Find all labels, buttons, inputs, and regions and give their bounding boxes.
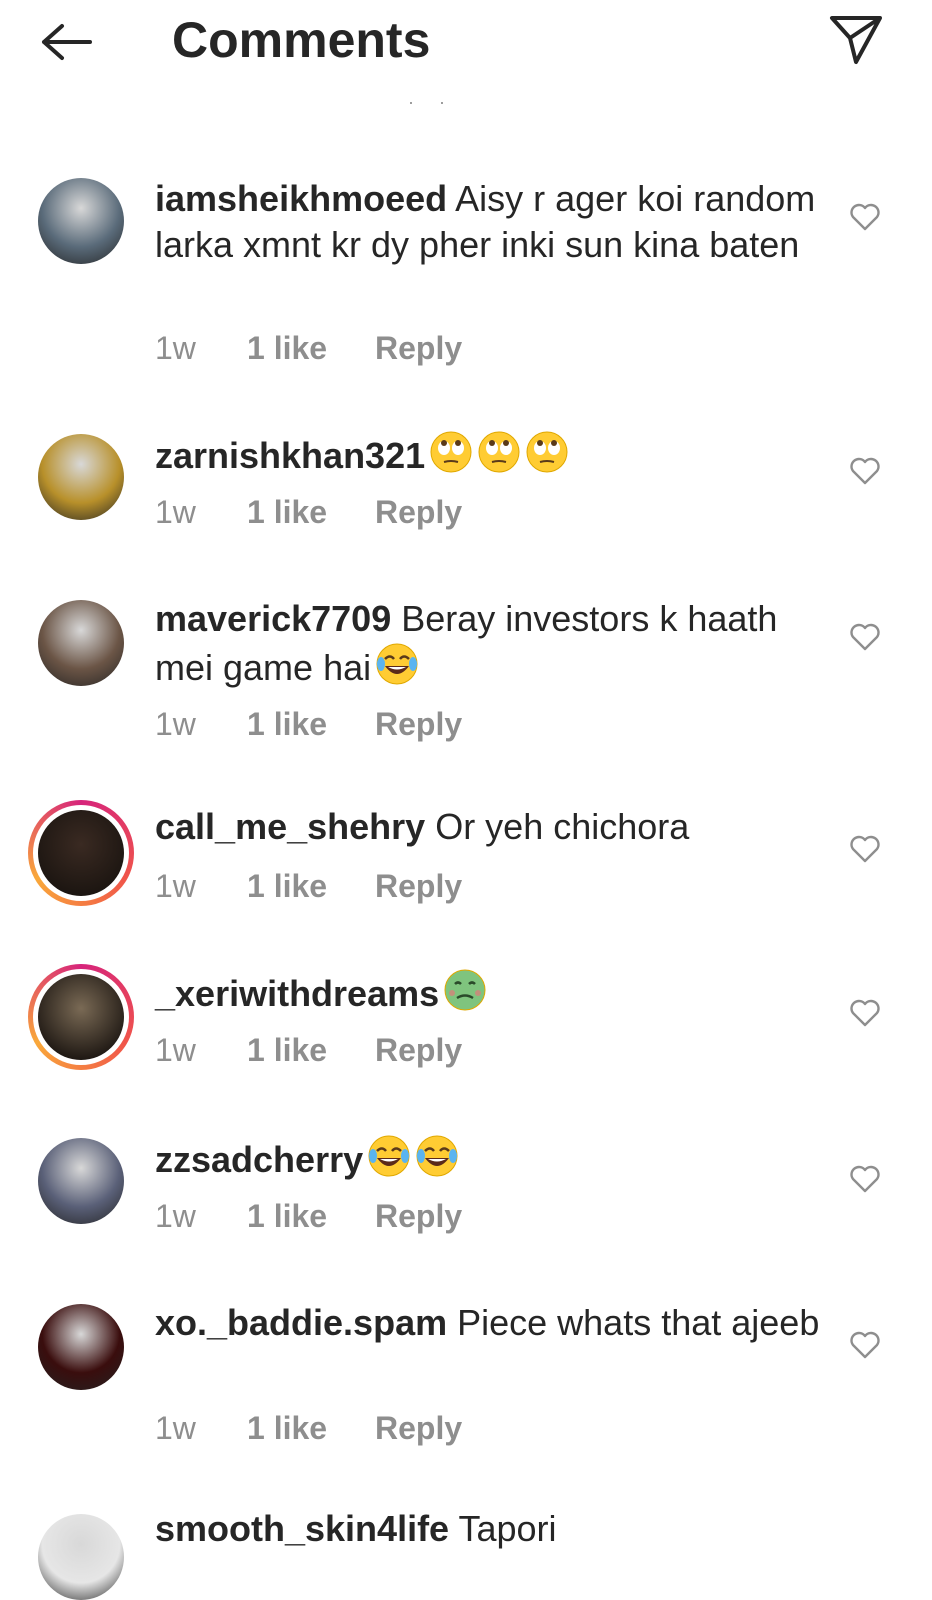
comment-body: Piece whats that ajeeb bbox=[447, 1302, 820, 1343]
likes-count-link[interactable]: 1 like bbox=[247, 866, 375, 906]
comment-meta: 1w 1 like Reply bbox=[155, 328, 462, 368]
like-comment-button[interactable] bbox=[848, 200, 882, 234]
comment-text: iamsheikhmoeed Aisy r ager koi random la… bbox=[155, 176, 825, 268]
comment-text: zzsadcherry bbox=[155, 1134, 825, 1183]
avatar[interactable] bbox=[38, 178, 124, 264]
username-link[interactable]: smooth_skin4life bbox=[155, 1508, 449, 1549]
header-bar: Comments bbox=[0, 0, 932, 98]
username-link[interactable]: call_me_shehry bbox=[155, 806, 425, 847]
username-link[interactable]: iamsheikhmoeed bbox=[155, 178, 447, 219]
like-comment-button[interactable] bbox=[848, 1162, 882, 1196]
comment-timestamp: 1w bbox=[155, 868, 196, 904]
reply-button[interactable]: Reply bbox=[375, 1408, 462, 1448]
likes-count-link[interactable]: 1 like bbox=[247, 328, 375, 368]
username-link[interactable]: zzsadcherry bbox=[155, 1139, 363, 1180]
arrow-left-icon bbox=[42, 24, 92, 60]
reply-button[interactable]: Reply bbox=[375, 1196, 462, 1236]
comment-timestamp: 1w bbox=[155, 1198, 196, 1234]
nauseated-face-emoji-icon bbox=[444, 969, 486, 1011]
comment-text: _xeriwithdreams bbox=[155, 968, 825, 1017]
reply-button[interactable]: Reply bbox=[375, 866, 462, 906]
comment-timestamp: 1w bbox=[155, 330, 196, 366]
share-button[interactable] bbox=[826, 10, 886, 70]
avatar[interactable] bbox=[38, 434, 124, 520]
comment-timestamp: 1w bbox=[155, 706, 196, 742]
heart-icon bbox=[850, 1165, 880, 1193]
avatar[interactable] bbox=[38, 1514, 124, 1600]
comment-text: maverick7709 Beray investors k haath mei… bbox=[155, 596, 825, 691]
heart-icon bbox=[850, 623, 880, 651]
avatar[interactable] bbox=[28, 800, 134, 906]
comment-meta: 1w 1 like Reply bbox=[155, 1408, 462, 1448]
username-link[interactable]: maverick7709 bbox=[155, 598, 391, 639]
comment-body: Tapori bbox=[449, 1508, 557, 1549]
like-comment-button[interactable] bbox=[848, 620, 882, 654]
reply-button[interactable]: Reply bbox=[375, 328, 462, 368]
heart-icon bbox=[850, 203, 880, 231]
reply-button[interactable]: Reply bbox=[375, 1030, 462, 1070]
heart-icon bbox=[850, 999, 880, 1027]
comment-timestamp: 1w bbox=[155, 494, 196, 530]
like-comment-button[interactable] bbox=[848, 1328, 882, 1362]
likes-count-link[interactable]: 1 like bbox=[247, 1196, 375, 1236]
reply-button[interactable]: Reply bbox=[375, 704, 462, 744]
heart-icon bbox=[850, 835, 880, 863]
comment-meta: 1w 1 like Reply bbox=[155, 1196, 462, 1236]
comment-meta: 1w 1 like Reply bbox=[155, 866, 462, 906]
comment-text: xo._baddie.spam Piece whats that ajeeb bbox=[155, 1300, 825, 1346]
comment-timestamp: 1w bbox=[155, 1410, 196, 1446]
heart-icon bbox=[850, 457, 880, 485]
likes-count-link[interactable]: 1 like bbox=[247, 1030, 375, 1070]
likes-count-link[interactable]: 1 like bbox=[247, 492, 375, 532]
face-with-tears-of-joy-emoji-icon bbox=[376, 643, 418, 685]
comment-body: Or yeh chichora bbox=[425, 806, 690, 847]
comment-text: zarnishkhan321 bbox=[155, 430, 825, 479]
face-with-rolling-eyes-emoji-icon bbox=[526, 431, 568, 473]
face-with-rolling-eyes-emoji-icon bbox=[478, 431, 520, 473]
page-title: Comments bbox=[172, 12, 431, 68]
comment-text: call_me_shehry Or yeh chichora bbox=[155, 804, 825, 850]
comment-meta: 1w 1 like Reply bbox=[155, 492, 462, 532]
like-comment-button[interactable] bbox=[848, 454, 882, 488]
comment-meta: 1w 1 like Reply bbox=[155, 1030, 462, 1070]
like-comment-button[interactable] bbox=[848, 996, 882, 1030]
username-link[interactable]: xo._baddie.spam bbox=[155, 1302, 447, 1343]
comment-text: smooth_skin4life Tapori bbox=[155, 1506, 825, 1552]
avatar[interactable] bbox=[38, 600, 124, 686]
back-button[interactable] bbox=[34, 14, 98, 70]
like-comment-button[interactable] bbox=[848, 832, 882, 866]
avatar[interactable] bbox=[28, 964, 134, 1070]
paper-plane-icon bbox=[830, 16, 882, 64]
comment-timestamp: 1w bbox=[155, 1032, 196, 1068]
reply-button[interactable]: Reply bbox=[375, 492, 462, 532]
comment-meta: 1w 1 like Reply bbox=[155, 704, 462, 744]
avatar[interactable] bbox=[38, 1138, 124, 1224]
face-with-rolling-eyes-emoji-icon bbox=[430, 431, 472, 473]
likes-count-link[interactable]: 1 like bbox=[247, 1408, 375, 1448]
face-with-tears-of-joy-emoji-icon bbox=[368, 1135, 410, 1177]
username-link[interactable]: _xeriwithdreams bbox=[155, 973, 439, 1014]
heart-icon bbox=[850, 1331, 880, 1359]
username-link[interactable]: zarnishkhan321 bbox=[155, 435, 425, 476]
face-with-tears-of-joy-emoji-icon bbox=[416, 1135, 458, 1177]
likes-count-link[interactable]: 1 like bbox=[247, 704, 375, 744]
avatar[interactable] bbox=[38, 1304, 124, 1390]
